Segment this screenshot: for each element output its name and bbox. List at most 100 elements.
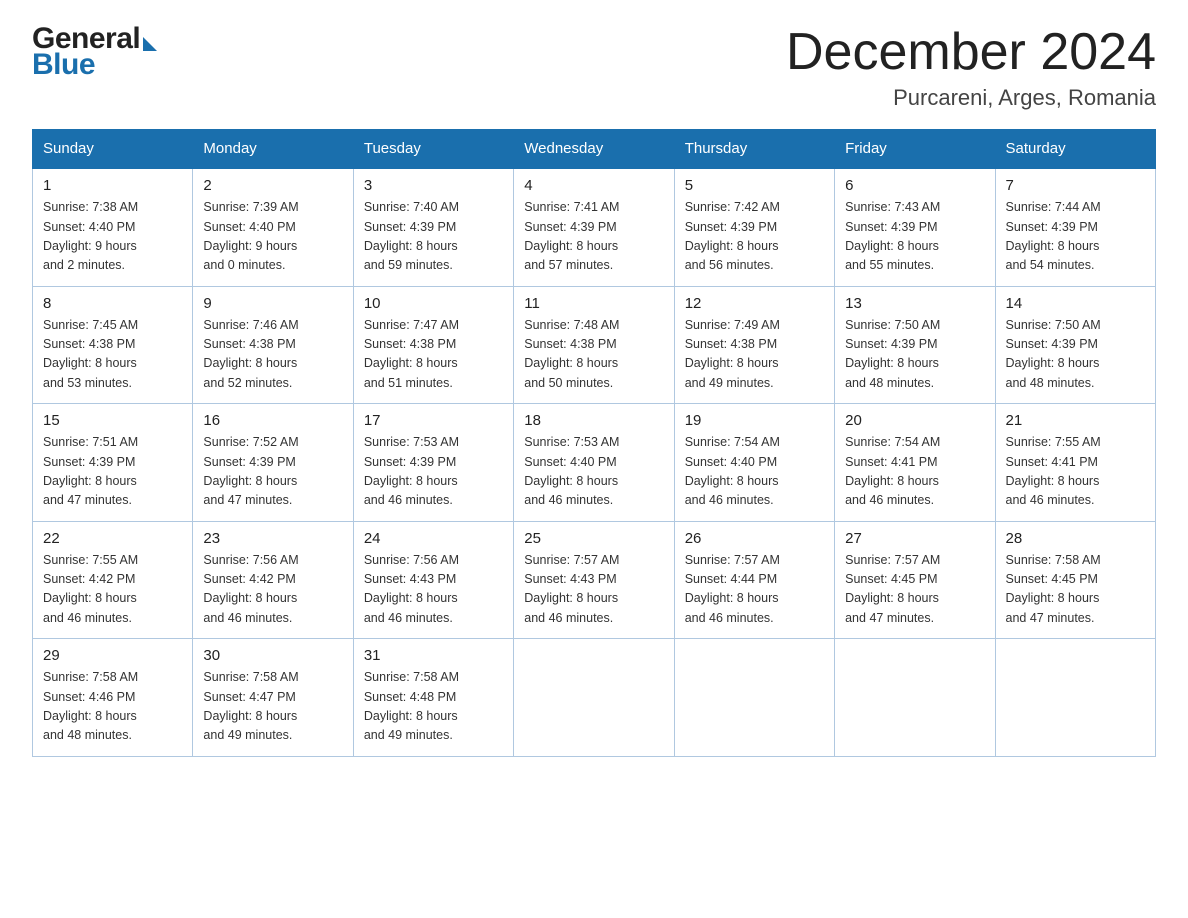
calendar-subtitle: Purcareni, Arges, Romania <box>786 85 1156 111</box>
calendar-cell: 31Sunrise: 7:58 AMSunset: 4:48 PMDayligh… <box>353 639 513 757</box>
day-info: Sunrise: 7:41 AMSunset: 4:39 PMDaylight:… <box>524 200 619 272</box>
header-sunday: Sunday <box>33 130 193 169</box>
day-number: 18 <box>524 412 663 429</box>
day-number: 3 <box>364 177 503 194</box>
day-number: 17 <box>364 412 503 429</box>
calendar-cell: 12Sunrise: 7:49 AMSunset: 4:38 PMDayligh… <box>674 286 834 404</box>
calendar-cell: 8 Sunrise: 7:45 AMSunset: 4:38 PMDaylight… <box>33 286 193 404</box>
day-info: Sunrise: 7:47 AMSunset: 4:38 PMDaylight:… <box>364 318 459 390</box>
day-info: Sunrise: 7:46 AMSunset: 4:38 PMDaylight:… <box>203 318 298 390</box>
calendar-cell: 10 Sunrise: 7:47 AMSunset: 4:38 PMDayligh… <box>353 286 513 404</box>
day-info: Sunrise: 7:44 AMSunset: 4:39 PMDaylight:… <box>1006 200 1101 272</box>
header-friday: Friday <box>835 130 995 169</box>
day-info: Sunrise: 7:45 AMSunset: 4:38 PMDaylight:… <box>43 318 138 390</box>
day-number: 28 <box>1006 530 1145 547</box>
day-number: 31 <box>364 647 503 664</box>
calendar-cell: 28 Sunrise: 7:58 AMSunset: 4:45 PMDayligh… <box>995 521 1155 639</box>
day-number: 6 <box>845 177 984 194</box>
day-info: Sunrise: 7:50 AMSunset: 4:39 PMDaylight:… <box>845 318 940 390</box>
calendar-cell <box>674 639 834 757</box>
calendar-cell: 22 Sunrise: 7:55 AMSunset: 4:42 PMDayligh… <box>33 521 193 639</box>
day-number: 24 <box>364 530 503 547</box>
header-saturday: Saturday <box>995 130 1155 169</box>
day-info: Sunrise: 7:58 AMSunset: 4:47 PMDaylight:… <box>203 670 298 742</box>
day-info: Sunrise: 7:49 AMSunset: 4:38 PMDaylight:… <box>685 318 780 390</box>
calendar-cell: 3Sunrise: 7:40 AMSunset: 4:39 PMDaylight… <box>353 168 513 286</box>
calendar-cell: 5 Sunrise: 7:42 AMSunset: 4:39 PMDaylight… <box>674 168 834 286</box>
day-info: Sunrise: 7:53 AMSunset: 4:40 PMDaylight:… <box>524 435 619 507</box>
calendar-cell: 20 Sunrise: 7:54 AMSunset: 4:41 PMDayligh… <box>835 404 995 522</box>
page-header: General Blue December 2024 Purcareni, Ar… <box>32 24 1156 111</box>
day-number: 30 <box>203 647 342 664</box>
calendar-cell <box>514 639 674 757</box>
day-number: 22 <box>43 530 182 547</box>
calendar-week-row: 1Sunrise: 7:38 AMSunset: 4:40 PMDaylight… <box>33 168 1156 286</box>
day-number: 23 <box>203 530 342 547</box>
calendar-cell: 19Sunrise: 7:54 AMSunset: 4:40 PMDayligh… <box>674 404 834 522</box>
header-tuesday: Tuesday <box>353 130 513 169</box>
day-number: 11 <box>524 295 663 312</box>
logo-arrow-icon <box>143 37 157 51</box>
day-number: 4 <box>524 177 663 194</box>
calendar-cell: 27Sunrise: 7:57 AMSunset: 4:45 PMDayligh… <box>835 521 995 639</box>
calendar-cell: 18 Sunrise: 7:53 AMSunset: 4:40 PMDayligh… <box>514 404 674 522</box>
calendar-cell <box>835 639 995 757</box>
day-info: Sunrise: 7:43 AMSunset: 4:39 PMDaylight:… <box>845 200 940 272</box>
day-info: Sunrise: 7:56 AMSunset: 4:43 PMDaylight:… <box>364 553 459 625</box>
calendar-cell: 14Sunrise: 7:50 AMSunset: 4:39 PMDayligh… <box>995 286 1155 404</box>
day-number: 29 <box>43 647 182 664</box>
day-info: Sunrise: 7:52 AMSunset: 4:39 PMDaylight:… <box>203 435 298 507</box>
calendar-week-row: 29 Sunrise: 7:58 AMSunset: 4:46 PMDayligh… <box>33 639 1156 757</box>
day-number: 9 <box>203 295 342 312</box>
day-info: Sunrise: 7:58 AMSunset: 4:45 PMDaylight:… <box>1006 553 1101 625</box>
calendar-cell: 13 Sunrise: 7:50 AMSunset: 4:39 PMDayligh… <box>835 286 995 404</box>
calendar-cell: 2Sunrise: 7:39 AMSunset: 4:40 PMDaylight… <box>193 168 353 286</box>
day-info: Sunrise: 7:57 AMSunset: 4:45 PMDaylight:… <box>845 553 940 625</box>
day-number: 13 <box>845 295 984 312</box>
day-number: 14 <box>1006 295 1145 312</box>
calendar-week-row: 15 Sunrise: 7:51 AMSunset: 4:39 PMDayligh… <box>33 404 1156 522</box>
day-info: Sunrise: 7:57 AMSunset: 4:44 PMDaylight:… <box>685 553 780 625</box>
calendar-cell: 16Sunrise: 7:52 AMSunset: 4:39 PMDayligh… <box>193 404 353 522</box>
day-info: Sunrise: 7:55 AMSunset: 4:42 PMDaylight:… <box>43 553 138 625</box>
calendar-week-row: 8 Sunrise: 7:45 AMSunset: 4:38 PMDaylight… <box>33 286 1156 404</box>
calendar-cell: 9 Sunrise: 7:46 AMSunset: 4:38 PMDaylight… <box>193 286 353 404</box>
calendar-cell: 29 Sunrise: 7:58 AMSunset: 4:46 PMDayligh… <box>33 639 193 757</box>
day-info: Sunrise: 7:54 AMSunset: 4:41 PMDaylight:… <box>845 435 940 507</box>
logo-blue: Blue <box>32 50 157 80</box>
calendar-cell <box>995 639 1155 757</box>
day-number: 7 <box>1006 177 1145 194</box>
calendar-cell: 11 Sunrise: 7:48 AMSunset: 4:38 PMDayligh… <box>514 286 674 404</box>
header-wednesday: Wednesday <box>514 130 674 169</box>
calendar-cell: 23 Sunrise: 7:56 AMSunset: 4:42 PMDayligh… <box>193 521 353 639</box>
day-number: 21 <box>1006 412 1145 429</box>
day-number: 8 <box>43 295 182 312</box>
day-number: 20 <box>845 412 984 429</box>
calendar-cell: 4 Sunrise: 7:41 AMSunset: 4:39 PMDaylight… <box>514 168 674 286</box>
calendar-cell: 6 Sunrise: 7:43 AMSunset: 4:39 PMDaylight… <box>835 168 995 286</box>
title-block: December 2024 Purcareni, Arges, Romania <box>786 24 1156 111</box>
day-number: 25 <box>524 530 663 547</box>
header-monday: Monday <box>193 130 353 169</box>
calendar-cell: 21 Sunrise: 7:55 AMSunset: 4:41 PMDayligh… <box>995 404 1155 522</box>
day-info: Sunrise: 7:42 AMSunset: 4:39 PMDaylight:… <box>685 200 780 272</box>
day-info: Sunrise: 7:48 AMSunset: 4:38 PMDaylight:… <box>524 318 619 390</box>
calendar-cell: 24 Sunrise: 7:56 AMSunset: 4:43 PMDayligh… <box>353 521 513 639</box>
day-info: Sunrise: 7:51 AMSunset: 4:39 PMDaylight:… <box>43 435 138 507</box>
day-info: Sunrise: 7:56 AMSunset: 4:42 PMDaylight:… <box>203 553 298 625</box>
day-info: Sunrise: 7:55 AMSunset: 4:41 PMDaylight:… <box>1006 435 1101 507</box>
day-number: 26 <box>685 530 824 547</box>
header-thursday: Thursday <box>674 130 834 169</box>
day-info: Sunrise: 7:58 AMSunset: 4:46 PMDaylight:… <box>43 670 138 742</box>
day-info: Sunrise: 7:57 AMSunset: 4:43 PMDaylight:… <box>524 553 619 625</box>
day-info: Sunrise: 7:39 AMSunset: 4:40 PMDaylight:… <box>203 200 298 272</box>
day-number: 1 <box>43 177 182 194</box>
calendar-cell: 26 Sunrise: 7:57 AMSunset: 4:44 PMDayligh… <box>674 521 834 639</box>
calendar-cell: 1Sunrise: 7:38 AMSunset: 4:40 PMDaylight… <box>33 168 193 286</box>
day-number: 10 <box>364 295 503 312</box>
day-info: Sunrise: 7:53 AMSunset: 4:39 PMDaylight:… <box>364 435 459 507</box>
day-number: 5 <box>685 177 824 194</box>
calendar-title: December 2024 <box>786 24 1156 81</box>
calendar-cell: 30 Sunrise: 7:58 AMSunset: 4:47 PMDayligh… <box>193 639 353 757</box>
day-number: 15 <box>43 412 182 429</box>
